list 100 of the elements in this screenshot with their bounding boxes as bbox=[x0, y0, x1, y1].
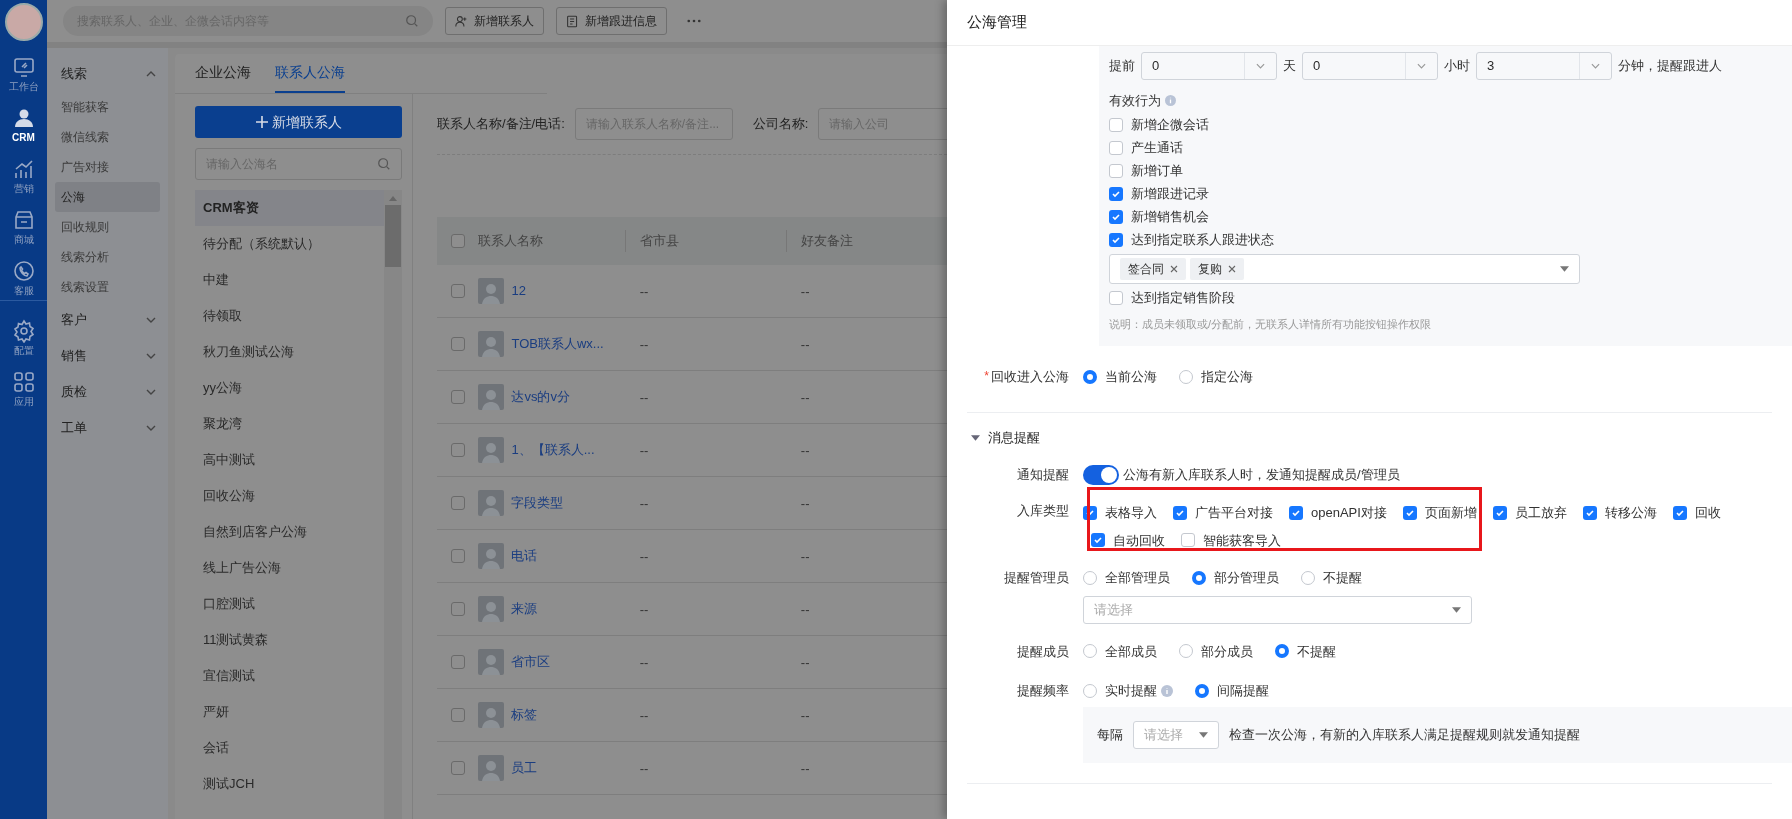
admin-select[interactable]: 请选择 bbox=[1083, 595, 1472, 624]
pool-item[interactable]: 线上广告公海 bbox=[195, 550, 384, 586]
scrollbar[interactable] bbox=[384, 190, 402, 819]
rail-item[interactable]: 配置 bbox=[11, 319, 36, 356]
nav-group[interactable]: 销售 bbox=[55, 338, 160, 374]
checkbox[interactable] bbox=[1181, 533, 1195, 548]
toolbar-button[interactable]: 新增联系人 bbox=[445, 7, 544, 35]
checkbox[interactable] bbox=[1109, 290, 1123, 305]
checkbox[interactable] bbox=[1109, 163, 1123, 178]
contact-name-link[interactable]: 来源 bbox=[511, 599, 538, 619]
checkbox[interactable] bbox=[1173, 505, 1187, 520]
toolbar-button[interactable]: 新增跟进信息 bbox=[556, 7, 667, 35]
contact-name-link[interactable]: 1、【联系人... bbox=[511, 440, 595, 460]
contact-name-link[interactable]: 标签 bbox=[511, 705, 538, 725]
scrollbar-thumb[interactable] bbox=[385, 205, 401, 267]
contact-name-link[interactable]: 省市区 bbox=[511, 652, 551, 672]
checkbox[interactable] bbox=[1091, 533, 1105, 548]
checkbox[interactable] bbox=[1109, 140, 1123, 155]
more-icon[interactable] bbox=[687, 19, 701, 23]
nav-item[interactable]: 线索分析 bbox=[55, 242, 160, 272]
radio-button[interactable] bbox=[1083, 644, 1097, 659]
table-row[interactable]: 1、【联系人... -- -- bbox=[437, 424, 947, 477]
nav-group[interactable]: 工单 bbox=[55, 410, 160, 446]
pool-item[interactable]: 口腔测试 bbox=[195, 586, 384, 622]
table-row[interactable]: 标签 -- -- bbox=[437, 689, 947, 742]
close-icon[interactable] bbox=[1228, 264, 1236, 273]
checkbox[interactable] bbox=[450, 549, 465, 563]
pool-item[interactable]: 高中测试 bbox=[195, 442, 384, 478]
tab[interactable]: 联系人公海 bbox=[275, 62, 345, 93]
checkbox[interactable] bbox=[450, 761, 465, 775]
pool-item[interactable]: 聚龙湾 bbox=[195, 406, 384, 442]
checkbox[interactable] bbox=[1109, 117, 1123, 132]
checkbox[interactable] bbox=[1109, 186, 1123, 201]
contact-name-link[interactable]: 员工 bbox=[511, 758, 538, 778]
pool-item[interactable]: 自然到店客户公海 bbox=[195, 514, 384, 550]
checkbox[interactable] bbox=[1109, 232, 1123, 247]
nav-item[interactable]: 线索设置 bbox=[55, 272, 160, 302]
pool-item[interactable]: 回收公海 bbox=[195, 478, 384, 514]
pool-item[interactable]: 待领取 bbox=[195, 298, 384, 334]
checkbox[interactable] bbox=[450, 496, 465, 510]
radio-button[interactable] bbox=[1275, 644, 1289, 659]
pool-item[interactable]: 会话 bbox=[195, 730, 384, 766]
checkbox[interactable] bbox=[1672, 505, 1687, 520]
table-row[interactable]: 字段类型 -- -- bbox=[437, 477, 947, 530]
nav-group[interactable]: 质检 bbox=[55, 374, 160, 410]
table-row[interactable]: 员工 -- -- bbox=[437, 742, 947, 795]
rail-item[interactable]: CRM bbox=[11, 106, 36, 143]
checkbox[interactable] bbox=[1109, 209, 1123, 224]
table-row[interactable]: 达vs的v分 -- -- bbox=[437, 371, 947, 424]
pool-item[interactable]: 秋刀鱼测试公海 bbox=[195, 334, 384, 370]
number-input[interactable]: 0 bbox=[1141, 52, 1277, 80]
radio-button[interactable] bbox=[1301, 570, 1315, 585]
notify-toggle[interactable] bbox=[1083, 465, 1119, 485]
status-select[interactable]: 签合同 复购 bbox=[1109, 253, 1580, 284]
nav-item[interactable]: 回收规则 bbox=[55, 212, 160, 242]
contact-name-link[interactable]: 电话 bbox=[511, 546, 538, 566]
close-icon[interactable] bbox=[1170, 264, 1178, 273]
contact-name-link[interactable]: 字段类型 bbox=[511, 493, 564, 513]
rail-item[interactable]: 商城 bbox=[11, 208, 36, 245]
pool-item[interactable]: yy公海 bbox=[195, 370, 384, 406]
scroll-up-arrow-icon[interactable] bbox=[389, 196, 397, 201]
table-row[interactable]: 电话 -- -- bbox=[437, 530, 947, 583]
radio-button[interactable] bbox=[1083, 570, 1097, 585]
pool-item[interactable]: CRM客资 bbox=[195, 190, 384, 226]
nav-group[interactable]: 客户 bbox=[55, 302, 160, 338]
number-input[interactable]: 3 bbox=[1476, 52, 1612, 80]
rail-item[interactable]: 应用 bbox=[11, 370, 36, 407]
pool-item[interactable]: 中建 bbox=[195, 262, 384, 298]
checkbox[interactable] bbox=[1289, 505, 1303, 520]
contact-name-link[interactable]: TOB联系人wx... bbox=[511, 334, 604, 354]
checkbox[interactable] bbox=[450, 655, 465, 669]
nav-item[interactable]: 智能获客 bbox=[55, 92, 160, 122]
checkbox[interactable] bbox=[450, 234, 465, 248]
contact-name-link[interactable]: 达vs的v分 bbox=[511, 387, 570, 407]
number-input[interactable]: 0 bbox=[1302, 52, 1438, 80]
checkbox[interactable] bbox=[450, 602, 465, 616]
radio-button[interactable] bbox=[1179, 644, 1193, 659]
nav-group[interactable]: 线索 bbox=[55, 56, 160, 92]
rail-item[interactable]: 客服 bbox=[11, 259, 36, 296]
contact-name-link[interactable]: 12 bbox=[511, 281, 526, 301]
pool-item[interactable]: 严妍 bbox=[195, 694, 384, 730]
checkbox[interactable] bbox=[450, 708, 465, 722]
pool-item[interactable]: 11测试黄森 bbox=[195, 622, 384, 658]
section-header[interactable]: 消息提醒 bbox=[947, 427, 1792, 449]
add-contact-button[interactable]: 新增联系人 bbox=[195, 106, 402, 138]
checkbox[interactable] bbox=[1582, 505, 1597, 520]
checkbox[interactable] bbox=[450, 284, 465, 298]
tab[interactable]: 企业公海 bbox=[195, 62, 251, 93]
checkbox[interactable] bbox=[1492, 505, 1507, 520]
checkbox[interactable] bbox=[450, 390, 465, 404]
pool-item[interactable]: 测试JCH bbox=[195, 766, 384, 802]
rail-item[interactable]: 营销 bbox=[11, 157, 36, 194]
table-row[interactable]: 省市区 -- -- bbox=[437, 636, 947, 689]
nav-item[interactable]: 广告对接 bbox=[55, 152, 160, 182]
checkbox[interactable] bbox=[1402, 505, 1417, 520]
table-row[interactable]: 来源 -- -- bbox=[437, 583, 947, 636]
table-row[interactable]: 12 -- -- bbox=[437, 265, 947, 318]
radio-button[interactable] bbox=[1179, 370, 1193, 384]
nav-item[interactable]: 微信线索 bbox=[55, 122, 160, 152]
radio-button[interactable] bbox=[1083, 370, 1097, 384]
